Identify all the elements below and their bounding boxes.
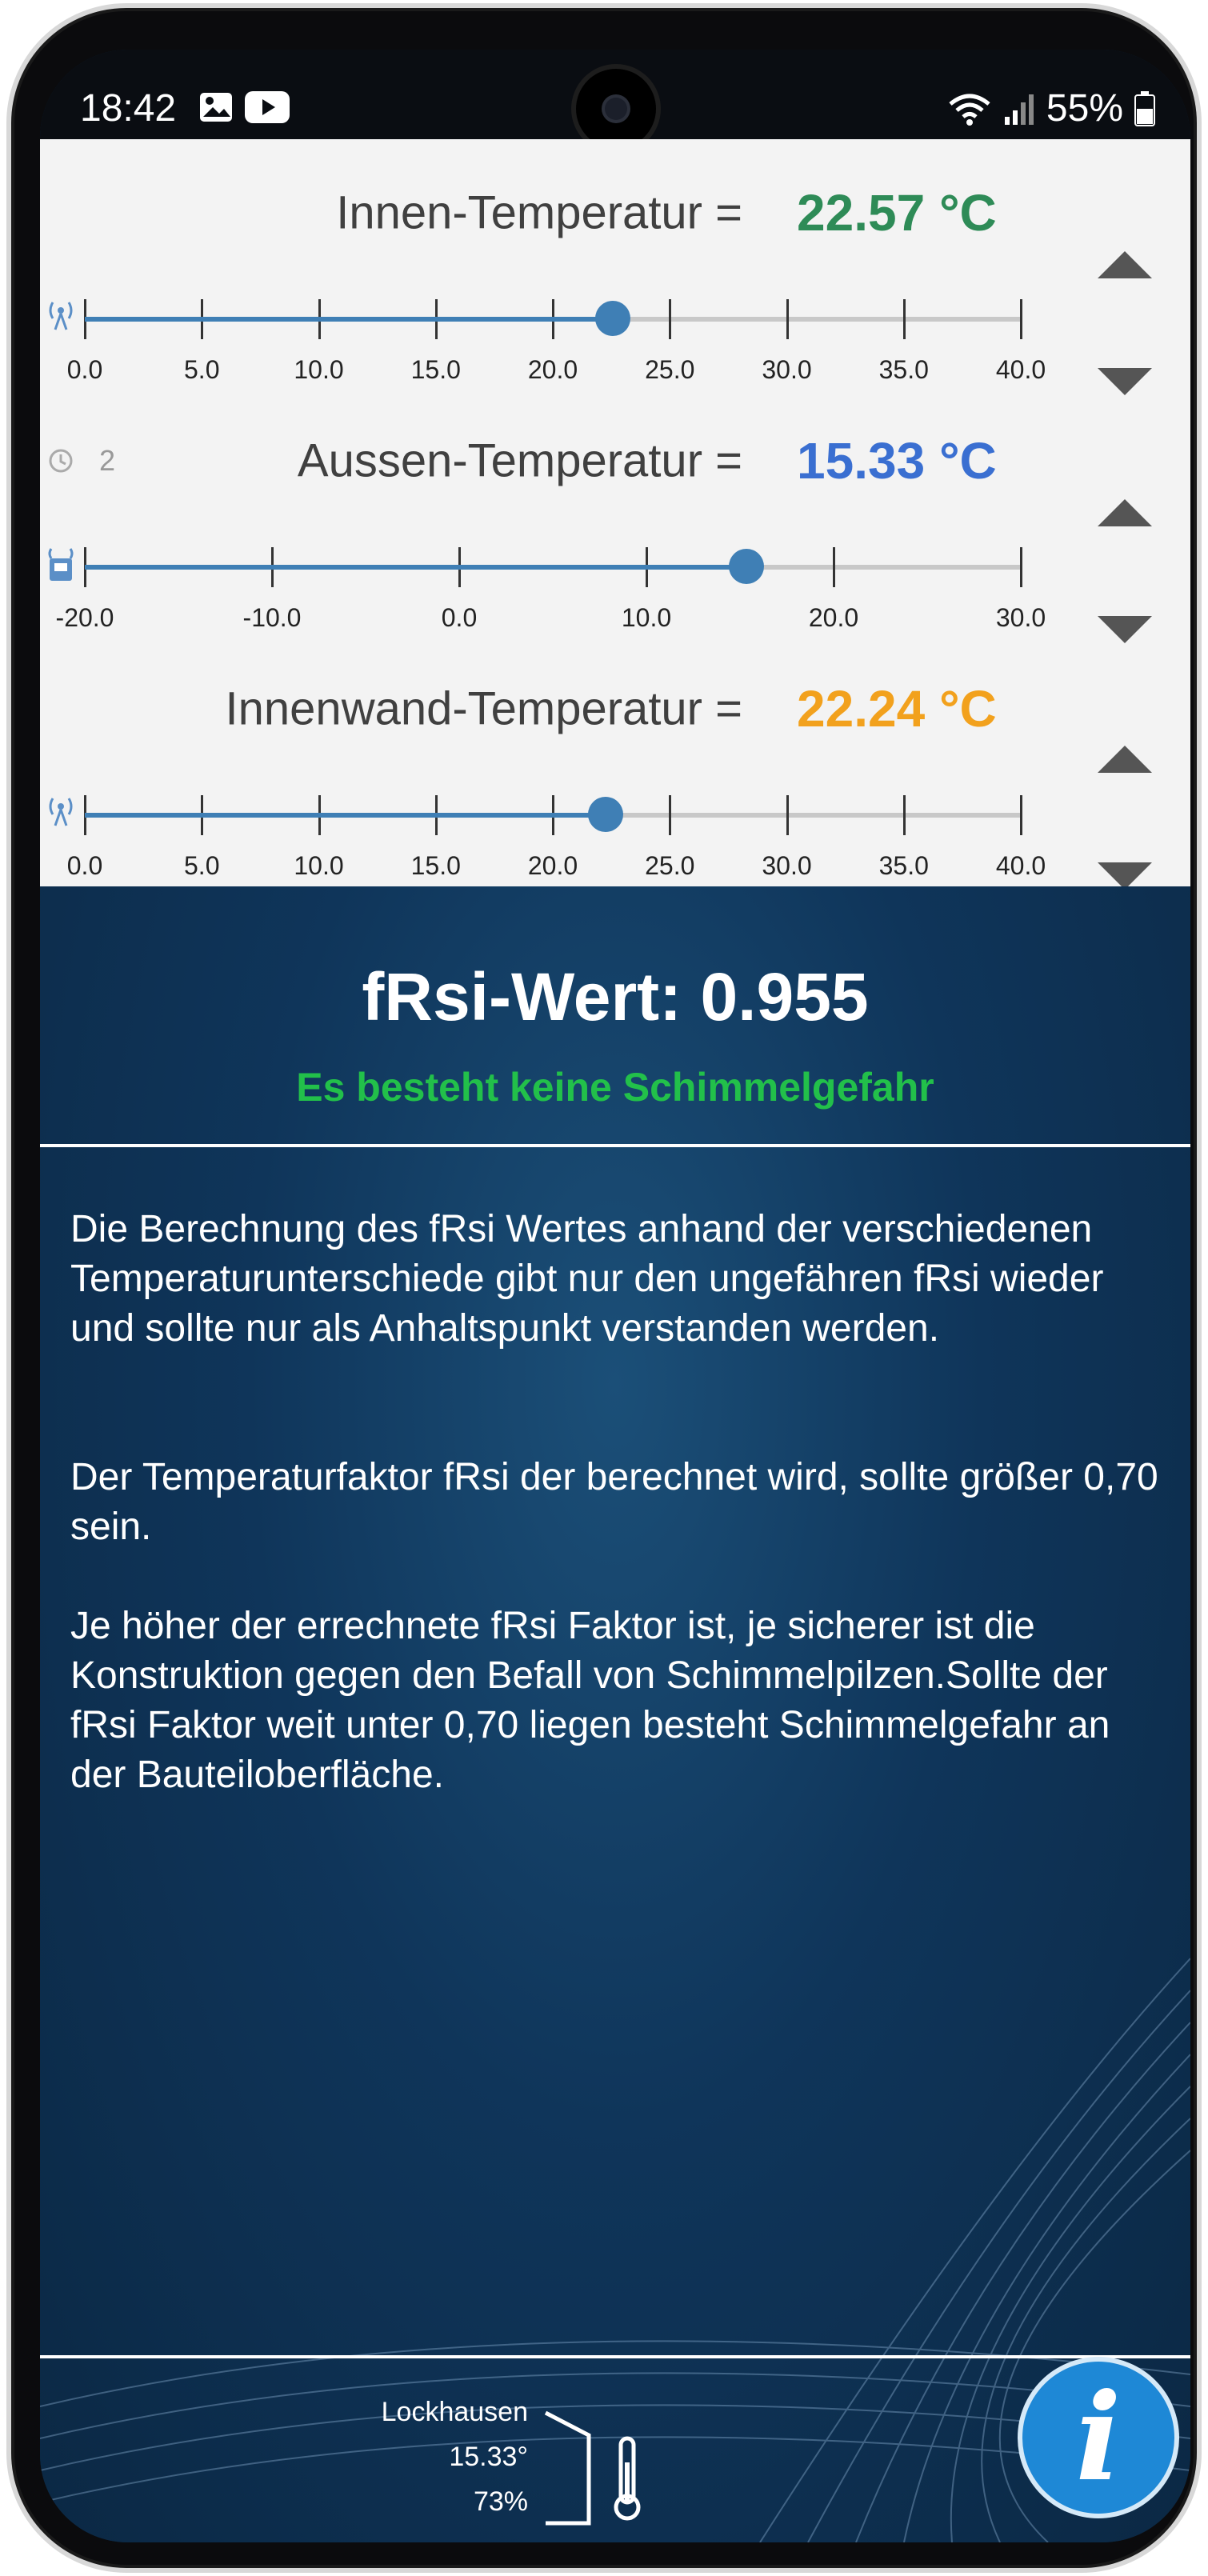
aussen-slider-handle[interactable] bbox=[728, 549, 764, 584]
description-paragraph-1: Die Berechnung des fRsi Wertes anhand de… bbox=[70, 1208, 1104, 1350]
innenwand-slider-tick-label: 30.0 bbox=[762, 851, 812, 880]
history-icon bbox=[49, 449, 73, 473]
innen-increase-button[interactable] bbox=[1098, 251, 1152, 278]
innenwand-slider-handle[interactable] bbox=[587, 797, 623, 832]
aussen-slider-tick-label: 0.0 bbox=[441, 603, 478, 632]
innenwand-temperature-slider[interactable]: 0.0 5.0 10.0 15.0 20.0 25.0 30.0 35.0 40.0 bbox=[67, 795, 1046, 880]
innen-slider-tick-label: 0.0 bbox=[66, 355, 103, 384]
innenwand-slider-tick-label: 0.0 bbox=[66, 851, 103, 880]
innen-temperature-row: Innen-Temperatur = 22.57 °C 0.0 5.0 10.0 15… bbox=[40, 139, 1190, 395]
innen-slider-tick bbox=[1020, 299, 1022, 339]
status-right: 55% bbox=[947, 86, 1155, 130]
innenwand-increase-button[interactable] bbox=[1098, 746, 1152, 773]
battery-percentage: 55% bbox=[1046, 87, 1123, 130]
innenwand-slider-tick bbox=[786, 795, 789, 835]
status-bar: 18:42 55% bbox=[40, 50, 1190, 149]
wifi-icon bbox=[949, 94, 990, 126]
battery-icon bbox=[1134, 90, 1155, 126]
mold-risk-status: Es besteht keine Schimmelgefahr bbox=[296, 1065, 934, 1110]
innen-slider-fill bbox=[85, 317, 614, 322]
innenwand-slider-tick-label: 25.0 bbox=[645, 851, 695, 880]
innenwand-temperature-value: 22.24 °C bbox=[797, 680, 997, 738]
youtube-icon bbox=[245, 91, 290, 123]
aussen-slider-tick-label: 30.0 bbox=[995, 603, 1046, 632]
aussen-temperature-label: Aussen-Temperatur = bbox=[297, 434, 742, 487]
innen-slider-handle[interactable] bbox=[595, 301, 631, 336]
innenwand-temperature-label: Innenwand-Temperatur = bbox=[225, 682, 742, 735]
aussen-slider-tick bbox=[1020, 547, 1022, 587]
innen-slider-tick-label: 15.0 bbox=[410, 355, 461, 384]
innenwand-slider-tick-label: 10.0 bbox=[294, 851, 344, 880]
innenwand-slider-tick bbox=[902, 795, 906, 835]
aussen-temperature-row: 2 Aussen-Temperatur = 15.33 °C -20.0 -10.… bbox=[40, 387, 1190, 643]
innen-temperature-label: Innen-Temperatur = bbox=[336, 186, 742, 239]
innen-slider-tick bbox=[669, 299, 672, 339]
weather-location: Lockhausen bbox=[381, 2397, 528, 2427]
weather-humidity: 73% bbox=[473, 2486, 528, 2517]
innenwand-slider-tick-label: 5.0 bbox=[184, 851, 220, 880]
innenwand-slider-tick-label: 35.0 bbox=[878, 851, 929, 880]
aussen-temperature-slider[interactable]: -20.0 -10.0 0.0 10.0 20.0 30.0 bbox=[56, 547, 1046, 632]
innen-slider-tick bbox=[902, 299, 906, 339]
aussen-slider-tick-label: 10.0 bbox=[621, 603, 672, 632]
aussen-slider-fill bbox=[85, 565, 746, 570]
innenwand-decrease-button[interactable] bbox=[1098, 862, 1152, 890]
innen-slider-tick-label: 40.0 bbox=[995, 355, 1046, 384]
temperature-input-panel: Innen-Temperatur = 22.57 °C 0.0 5.0 10.0 15… bbox=[40, 139, 1190, 890]
innenwand-slider-tick bbox=[1020, 795, 1022, 835]
innenwand-slider-fill bbox=[85, 813, 606, 818]
innen-slider-tick-label: 20.0 bbox=[527, 355, 578, 384]
result-area: fRsi-Wert: 0.955 Es besteht keine Schimm… bbox=[40, 886, 1190, 2542]
innenwand-slider-tick-label: 20.0 bbox=[527, 851, 578, 880]
innen-temperature-slider[interactable]: 0.0 5.0 10.0 15.0 20.0 25.0 30.0 35.0 40.0 bbox=[67, 299, 1046, 384]
innen-temperature-value: 22.57 °C bbox=[797, 184, 997, 242]
innen-slider-tick-label: 5.0 bbox=[184, 355, 220, 384]
innenwand-slider-tick-label: 40.0 bbox=[995, 851, 1046, 880]
description-paragraph-2: Der Temperaturfaktor fRsi der berechnet … bbox=[70, 1456, 1158, 1548]
result-divider bbox=[40, 1144, 1190, 1147]
antenna-icon bbox=[49, 302, 73, 330]
aussen-slider-tick-label: -10.0 bbox=[242, 603, 302, 632]
history-count: 2 bbox=[99, 444, 116, 477]
info-button[interactable]: i bbox=[1022, 2362, 1174, 2514]
innen-slider-tick-label: 35.0 bbox=[878, 355, 929, 384]
bottom-divider bbox=[40, 2355, 1190, 2358]
front-camera bbox=[576, 69, 656, 149]
aussen-slider-tick-label: -20.0 bbox=[55, 603, 114, 632]
phone-screen: 18:42 55% Innen-Temperatur = 22.57 °C 0.… bbox=[40, 50, 1190, 2542]
aussen-slider-tick-label: 20.0 bbox=[808, 603, 859, 632]
aussen-temperature-value: 15.33 °C bbox=[797, 432, 997, 490]
innenwand-slider-tick-label: 15.0 bbox=[410, 851, 461, 880]
innen-slider-tick bbox=[786, 299, 789, 339]
innenwand-slider-tick bbox=[669, 795, 672, 835]
phone-frame: 18:42 55% Innen-Temperatur = 22.57 °C 0.… bbox=[6, 3, 1202, 2573]
aussen-increase-button[interactable] bbox=[1098, 499, 1152, 526]
weather-temperature: 15.33° bbox=[449, 2442, 528, 2472]
innen-slider-tick-label: 25.0 bbox=[645, 355, 695, 384]
weather-station-icon bbox=[48, 548, 74, 581]
frsi-value: fRsi-Wert: 0.955 bbox=[362, 959, 869, 1034]
signal-icon bbox=[1004, 94, 1034, 125]
aussen-slider-tick bbox=[833, 547, 835, 587]
image-icon bbox=[200, 93, 232, 122]
innen-slider-tick-label: 30.0 bbox=[762, 355, 812, 384]
antenna-icon bbox=[49, 798, 73, 826]
description-paragraph-3: Je höher der errechnete fRsi Faktor ist,… bbox=[70, 1605, 1110, 1796]
innen-slider-tick-label: 10.0 bbox=[294, 355, 344, 384]
status-time: 18:42 bbox=[80, 87, 177, 130]
innenwand-temperature-row: Innenwand-Temperatur = 22.24 °C 0.0 5.0 10… bbox=[40, 635, 1190, 890]
house-thermometer-icon[interactable] bbox=[541, 2406, 661, 2526]
